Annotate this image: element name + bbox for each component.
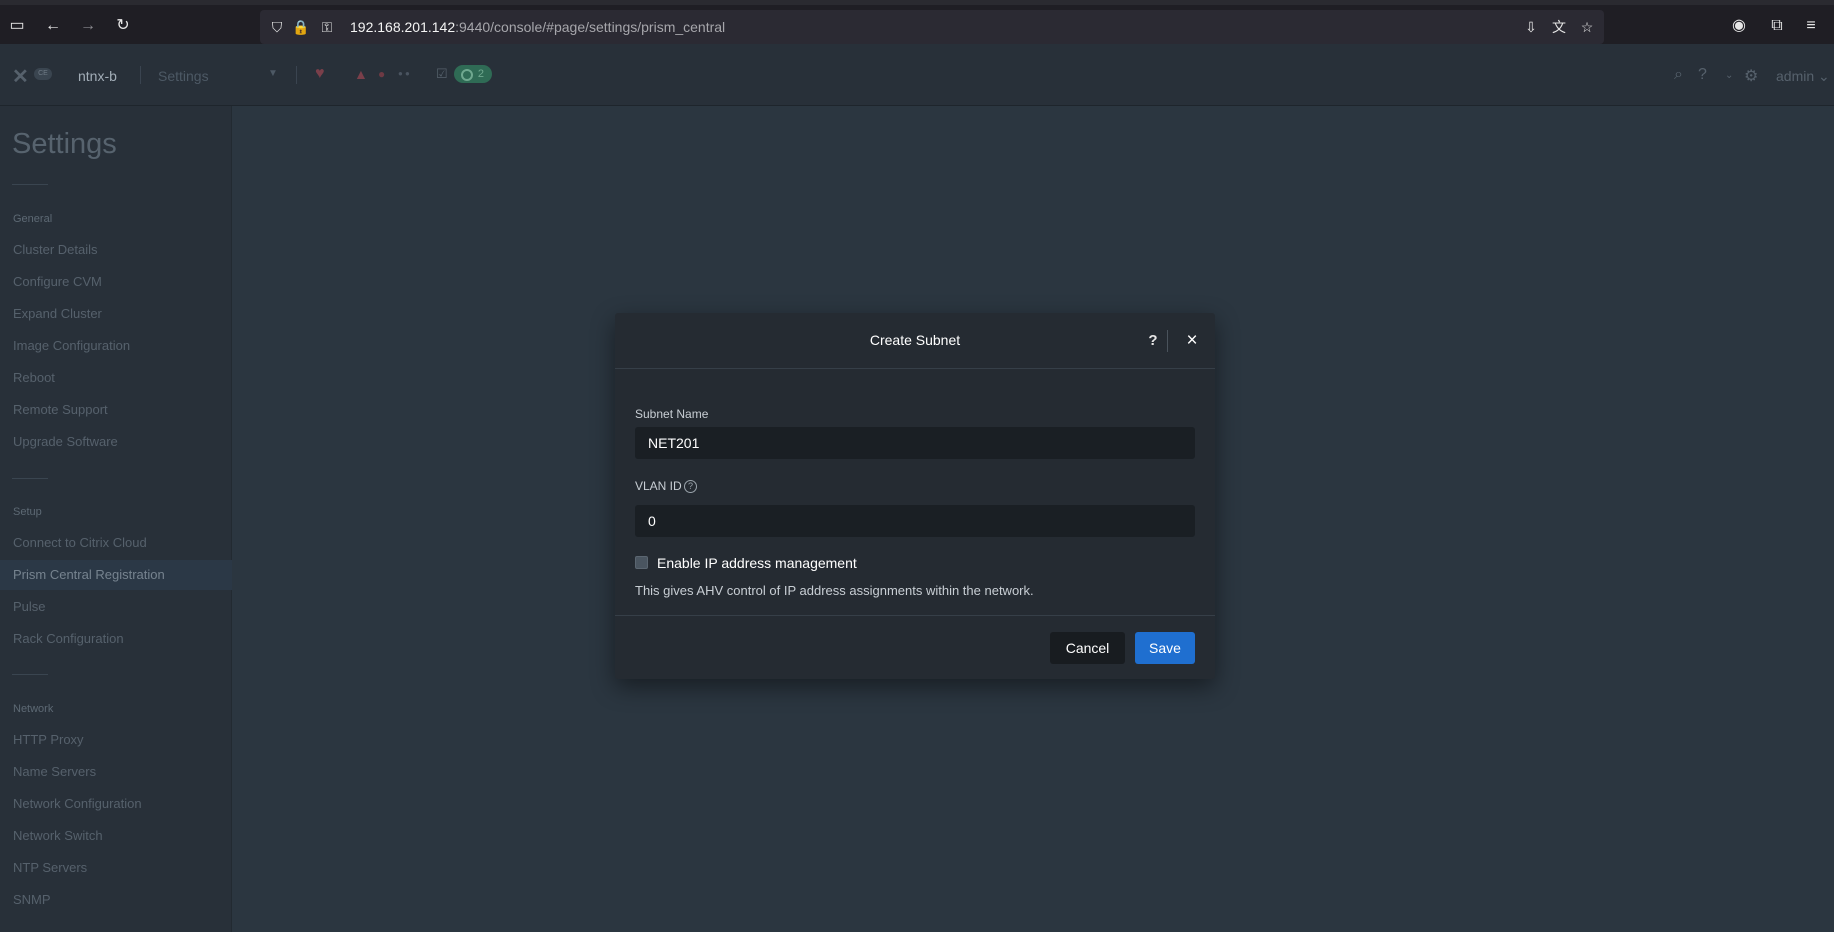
sidebar-item-image-configuration[interactable]: Image Configuration bbox=[0, 331, 232, 361]
sidebar-item-cluster-details[interactable]: Cluster Details bbox=[0, 235, 232, 265]
sidebar-item-ntp-servers[interactable]: NTP Servers bbox=[0, 853, 232, 883]
header-divider bbox=[140, 66, 141, 84]
sidebar-divider bbox=[12, 184, 48, 185]
subnet-name-label: Subnet Name bbox=[635, 407, 709, 421]
header-divider bbox=[1167, 330, 1168, 352]
help-icon[interactable]: ? bbox=[1698, 66, 1707, 84]
health-heart-icon[interactable]: ♥ bbox=[315, 64, 325, 84]
alert-more-icon[interactable]: ● ● bbox=[398, 64, 410, 84]
create-subnet-dialog: Create Subnet ? × Subnet Name VLAN ID ? … bbox=[615, 313, 1215, 679]
sidebar-divider bbox=[12, 674, 48, 675]
browser-toolbar: ▭ ← → ↻ ⛉ 🔒 ⚿ 192.168.201.142:9440/conso… bbox=[0, 0, 1834, 44]
address-bar[interactable]: ⛉ 🔒 ⚿ 192.168.201.142:9440/console/#page… bbox=[260, 10, 1604, 44]
alert-bell-icon[interactable]: ▲ bbox=[354, 64, 368, 84]
help-icon[interactable]: ? bbox=[1141, 329, 1165, 353]
key-icon[interactable]: ⚿ bbox=[316, 16, 338, 38]
sidebar-item-pulse[interactable]: Pulse bbox=[0, 592, 232, 622]
settings-dropdown[interactable]: Settings bbox=[158, 68, 209, 84]
url-text[interactable]: 192.168.201.142:9440/console/#page/setti… bbox=[350, 10, 725, 44]
menu-icon[interactable]: ≡ bbox=[1800, 15, 1822, 37]
sidebar-section-setup: Setup bbox=[13, 506, 42, 518]
sidebar-divider bbox=[12, 478, 48, 479]
app-header: ✕ CE ntnx-b Settings ▼ ♥ ▲ ● ● ● ☑ 2 ⌕ ?… bbox=[0, 44, 1834, 106]
sidebar-item-http-proxy[interactable]: HTTP Proxy bbox=[0, 725, 232, 755]
sidebar-item-upgrade-software[interactable]: Upgrade Software bbox=[0, 427, 232, 457]
forward-icon[interactable]: → bbox=[77, 15, 99, 37]
extensions-icon[interactable]: ⧉ bbox=[1766, 15, 1788, 37]
sidebar-item-reboot[interactable]: Reboot bbox=[0, 363, 232, 393]
sidebar-item-name-servers[interactable]: Name Servers bbox=[0, 757, 232, 787]
alert-critical-icon[interactable]: ● bbox=[378, 64, 385, 84]
vlan-id-label: VLAN ID bbox=[635, 479, 682, 493]
sidebar-item-rack-configuration[interactable]: Rack Configuration bbox=[0, 624, 232, 654]
chevron-down-icon[interactable]: ⌄ bbox=[1725, 70, 1733, 81]
sidebar-item-expand-cluster[interactable]: Expand Cluster bbox=[0, 299, 232, 329]
edition-badge: CE bbox=[34, 68, 52, 80]
ipam-checkbox[interactable] bbox=[635, 556, 648, 569]
reload-icon[interactable]: ↻ bbox=[112, 15, 134, 37]
header-divider bbox=[296, 66, 297, 84]
lock-icon[interactable]: 🔒 bbox=[290, 16, 312, 38]
sidebar-item-network-switch[interactable]: Network Switch bbox=[0, 821, 232, 851]
gear-icon[interactable]: ⚙ bbox=[1744, 66, 1758, 86]
task-count-badge[interactable]: 2 bbox=[454, 65, 492, 83]
sidebar-item-snmp[interactable]: SNMP bbox=[0, 885, 232, 915]
chevron-down-icon[interactable]: ▼ bbox=[268, 68, 278, 79]
dialog-header: Create Subnet ? × bbox=[615, 313, 1215, 369]
dialog-title: Create Subnet bbox=[869, 332, 961, 348]
subnet-name-input[interactable] bbox=[635, 427, 1195, 459]
cluster-name[interactable]: ntnx-b bbox=[78, 68, 117, 84]
nutanix-logo[interactable]: ✕ bbox=[12, 64, 29, 89]
vlan-help-icon[interactable]: ? bbox=[684, 480, 697, 493]
back-icon[interactable]: ← bbox=[42, 15, 64, 37]
dialog-footer: Cancel Save bbox=[615, 615, 1215, 679]
sidebar-item-connect-citrix-cloud[interactable]: Connect to Citrix Cloud bbox=[0, 528, 232, 558]
sidebar-item-remote-support[interactable]: Remote Support bbox=[0, 395, 232, 425]
close-icon[interactable]: × bbox=[1180, 329, 1204, 353]
shield-icon[interactable]: ⛉ bbox=[266, 16, 288, 38]
tasks-icon[interactable]: ☑ bbox=[436, 64, 448, 84]
sidebar-section-general: General bbox=[13, 213, 53, 225]
sidebar-toggle-icon[interactable]: ▭ bbox=[6, 15, 28, 37]
account-icon[interactable]: ◉ bbox=[1728, 15, 1750, 37]
user-menu[interactable]: admin ⌄ bbox=[1776, 68, 1830, 85]
vlan-id-input[interactable] bbox=[635, 505, 1195, 537]
sidebar-item-configure-cvm[interactable]: Configure CVM bbox=[0, 267, 232, 297]
settings-sidebar: Settings General Cluster Details Configu… bbox=[0, 106, 232, 932]
cancel-button[interactable]: Cancel bbox=[1050, 632, 1125, 664]
sidebar-item-prism-central-registration[interactable]: Prism Central Registration bbox=[0, 560, 232, 590]
save-button[interactable]: Save bbox=[1135, 632, 1195, 664]
bookmark-star-icon[interactable]: ☆ bbox=[1576, 16, 1598, 38]
ipam-help-text: This gives AHV control of IP address ass… bbox=[635, 583, 1034, 598]
sidebar-item-network-configuration[interactable]: Network Configuration bbox=[0, 789, 232, 819]
install-icon[interactable]: ⇩ bbox=[1520, 16, 1542, 38]
translate-icon[interactable]: 文 bbox=[1548, 16, 1570, 38]
page-title: Settings bbox=[12, 128, 117, 160]
sidebar-section-network: Network bbox=[13, 703, 54, 715]
search-icon[interactable]: ⌕ bbox=[1674, 66, 1683, 84]
ipam-checkbox-label[interactable]: Enable IP address management bbox=[657, 555, 857, 571]
